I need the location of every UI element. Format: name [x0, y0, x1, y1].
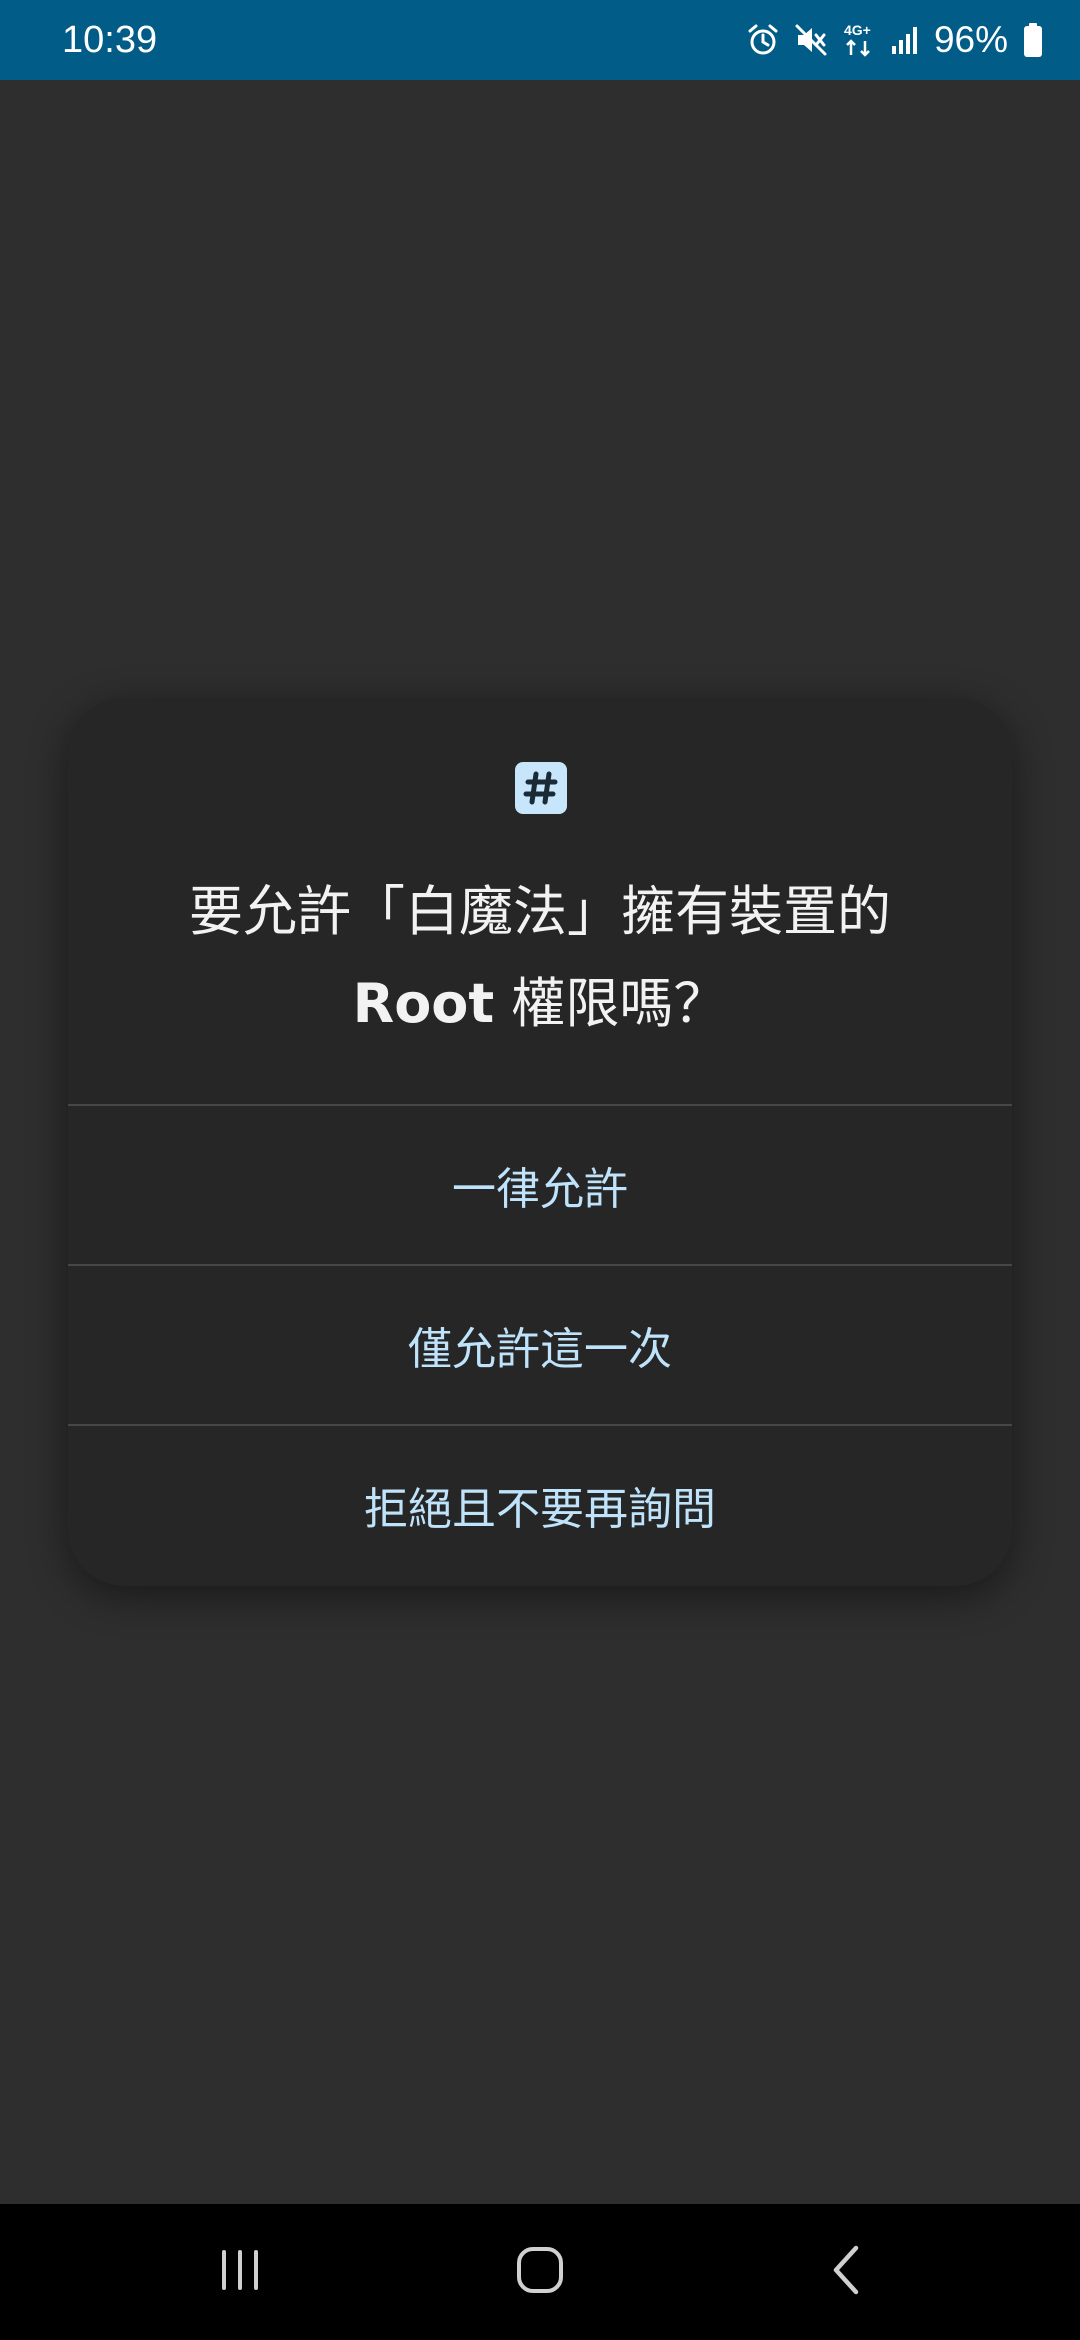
- recent-apps-button[interactable]: [190, 2232, 290, 2312]
- battery-icon: [1022, 22, 1044, 58]
- dialog-title-line1: 要允許「白魔法」擁有裝置的: [189, 880, 891, 943]
- battery-percent: 96%: [933, 19, 1008, 60]
- mute-icon: [794, 23, 828, 57]
- hash-icon: [515, 762, 567, 814]
- dialog-title-line2: Root 權限嗎？: [108, 958, 972, 1050]
- root-permission-dialog: 要允許「白魔法」擁有裝置的 Root 權限嗎？ 一律允許 僅允許這一次 拒絕且不…: [68, 698, 1012, 1586]
- status-time: 10:39: [62, 19, 158, 61]
- navigation-bar: [0, 2204, 1080, 2340]
- back-icon: [826, 2244, 866, 2300]
- screen: 10:39 4G+ 96% 要允許「白魔法」擁有裝置的 Root 權限嗎？ 一律…: [0, 0, 1080, 2340]
- 4g-plus-icon: 4G+: [842, 21, 876, 59]
- deny-dont-ask-button[interactable]: 拒絕且不要再詢問: [68, 1426, 1012, 1584]
- svg-text:4G+: 4G+: [844, 22, 871, 38]
- signal-icon: [890, 24, 920, 56]
- dialog-title: 要允許「白魔法」擁有裝置的 Root 權限嗎？: [108, 866, 972, 1050]
- back-button[interactable]: [796, 2232, 896, 2312]
- home-button[interactable]: [490, 2232, 590, 2312]
- allow-once-button[interactable]: 僅允許這一次: [68, 1266, 1012, 1424]
- recent-apps-icon: [216, 2246, 264, 2298]
- home-icon: [514, 2244, 566, 2300]
- alarm-icon: [746, 23, 780, 57]
- dialog-title-root: Root: [352, 972, 495, 1035]
- allow-always-button[interactable]: 一律允許: [68, 1106, 1012, 1264]
- dialog-title-rest: 權限嗎？: [494, 972, 728, 1035]
- status-bar: 10:39 4G+ 96%: [0, 0, 1080, 80]
- status-icons: 4G+ 96%: [746, 18, 1044, 62]
